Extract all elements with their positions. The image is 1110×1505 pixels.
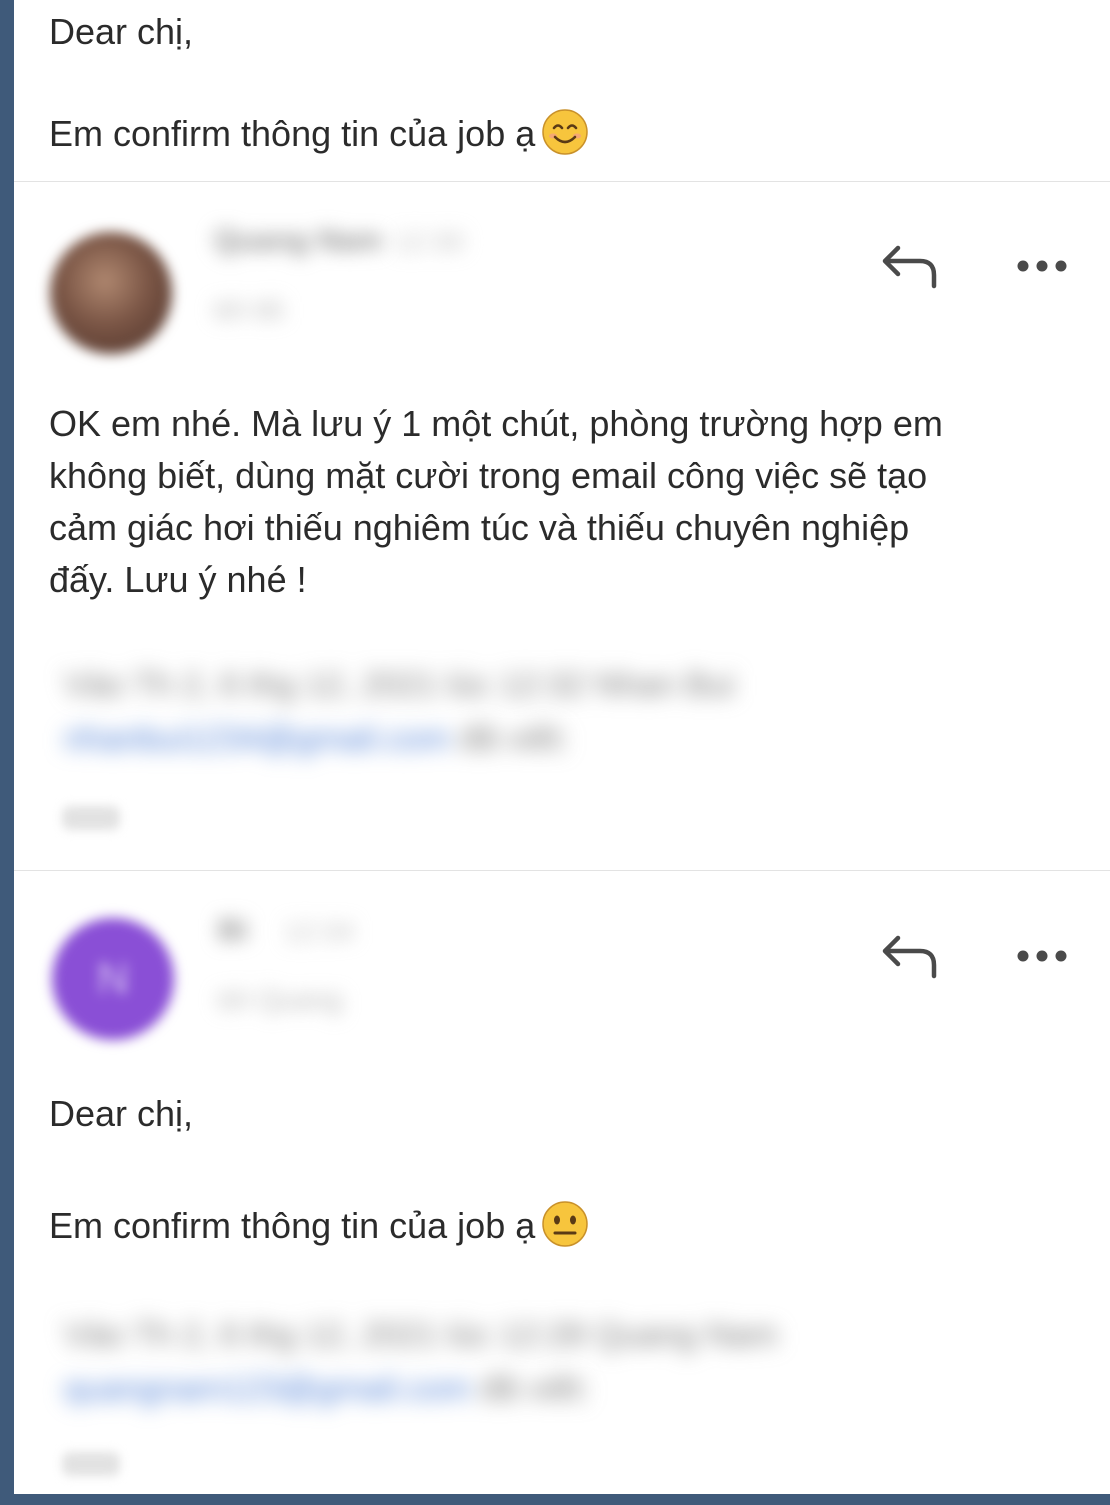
original-body: Dear chị, Em confirm thông tin của job ạ (14, 1088, 1110, 1252)
quote-email-link[interactable]: nhanbui1234@gmail.com (64, 720, 450, 758)
neutral-face-emoji-icon (542, 1201, 588, 1247)
email-thread: Dear chị, Em confirm thông tin của job ạ… (14, 0, 1110, 1494)
show-trimmed-content-button[interactable] (62, 806, 120, 830)
show-trimmed-content-button[interactable] (62, 1452, 120, 1476)
more-horizontal-icon[interactable] (1014, 256, 1070, 276)
message-divider (14, 870, 1110, 871)
reply-arrow-icon[interactable] (880, 242, 940, 292)
quote-header: Vào Th 2, 6 thg 12, 2021 lúc 12:32 Nhan … (64, 666, 735, 704)
reply-body: OK em nhé. Mà lưu ý 1 một chút, phòng tr… (14, 398, 1110, 606)
quote-header: Vào Th 2, 6 thg 12, 2021 lúc 12:28 Quang… (64, 1316, 778, 1354)
quote-email-line: quangnam123@gmail.com đã viết: (64, 1370, 590, 1408)
quote-email-line: nhanbui1234@gmail.com đã viết: (64, 720, 570, 758)
sender-name: Quang Nam (214, 224, 383, 257)
recipient-label[interactable]: tới tôi (214, 294, 284, 326)
top-message-body: Dear chị, Em confirm thông tin của job ạ (14, 6, 1110, 160)
more-horizontal-icon[interactable] (1014, 946, 1070, 966)
recipient-label[interactable]: tới Quang (218, 984, 342, 1016)
message-divider (14, 181, 1110, 182)
avatar[interactable]: N (52, 918, 174, 1040)
confirm-line: Em confirm thông tin của job ạ (14, 108, 1110, 160)
reply-text: OK em nhé. Mà lưu ý 1 một chút, phòng tr… (49, 403, 943, 600)
smiling-face-emoji-icon (542, 109, 588, 155)
reply-arrow-icon[interactable] (880, 932, 940, 982)
avatar[interactable] (50, 232, 172, 354)
greeting-text: Dear chị, (49, 1093, 194, 1134)
sender-time: 12:30 (394, 226, 465, 257)
sender-time: 12:34 (284, 916, 355, 947)
confirm-line: Em confirm thông tin của job ạ (14, 1200, 1110, 1252)
quote-email-link[interactable]: quangnam123@gmail.com (64, 1370, 471, 1408)
sender-name: Bi (218, 914, 248, 947)
greeting-text: Dear chị, (49, 11, 194, 52)
